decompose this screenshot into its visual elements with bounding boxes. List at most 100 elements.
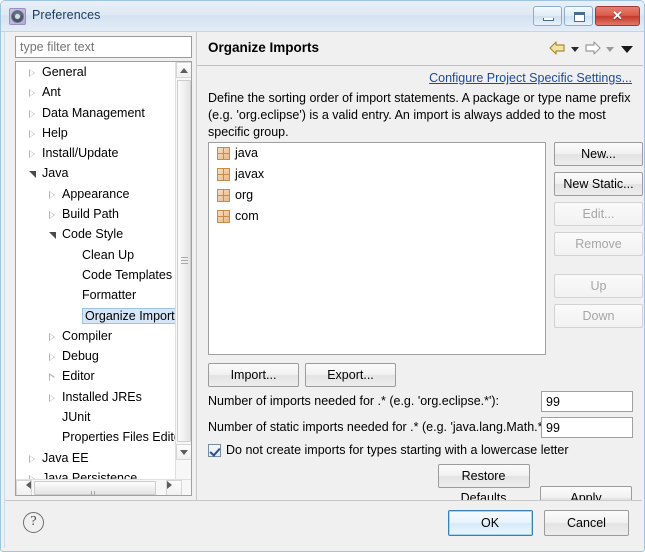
- button-spacer: [554, 256, 643, 274]
- new-button[interactable]: New...: [554, 142, 643, 166]
- configure-project-settings-link[interactable]: Configure Project Specific Settings...: [429, 71, 632, 85]
- sidebar-item-editor[interactable]: Editor: [16, 366, 176, 386]
- tree-item-label: Data Management: [42, 105, 145, 120]
- tree-collapsed-arrow-icon[interactable]: [49, 353, 55, 362]
- list-item-label: java: [235, 146, 258, 160]
- list-item[interactable]: com: [209, 206, 545, 227]
- package-icon: [217, 147, 230, 160]
- window-title: Preferences: [32, 8, 101, 22]
- tree-item-label: Java EE: [42, 450, 89, 465]
- help-icon[interactable]: ?: [23, 512, 44, 533]
- back-history-chevron-down-icon[interactable]: [571, 46, 579, 52]
- tree-collapsed-arrow-icon[interactable]: [29, 150, 35, 159]
- import-button[interactable]: Import...: [208, 363, 299, 387]
- vertical-scroll-thumb[interactable]: [177, 80, 191, 442]
- sidebar-item-junit[interactable]: JUnit: [16, 407, 176, 427]
- list-item[interactable]: javax: [209, 164, 545, 185]
- sidebar-item-general[interactable]: General: [16, 62, 176, 82]
- import-order-list[interactable]: java javax org com: [208, 142, 546, 355]
- ok-button[interactable]: OK: [447, 510, 533, 536]
- sidebar-item-clean-up[interactable]: Clean Up: [16, 245, 176, 265]
- sidebar-item-code-style[interactable]: Code Style: [16, 224, 176, 244]
- sidebar-item-installed-jres[interactable]: Installed JREs: [16, 387, 176, 407]
- export-button[interactable]: Export...: [305, 363, 396, 387]
- tree-horizontal-scrollbar[interactable]: [16, 479, 191, 495]
- sidebar-item-compiler[interactable]: Compiler: [16, 326, 176, 346]
- preferences-gear-icon: [9, 8, 26, 25]
- tree-collapsed-arrow-icon[interactable]: [49, 211, 55, 220]
- sidebar-item-formatter[interactable]: Formatter: [16, 285, 176, 305]
- tree-collapsed-arrow-icon[interactable]: [49, 332, 55, 342]
- dialog-footer: ? OK Cancel: [5, 500, 642, 548]
- tree-item-label: Install/Update: [42, 146, 119, 161]
- tree-item-label: Ant: [42, 85, 61, 100]
- tree-item-label: JUnit: [62, 410, 91, 425]
- tree-item-label: Organize Import: [82, 307, 176, 324]
- scroll-down-button[interactable]: [176, 444, 191, 460]
- lowercase-checkbox-row[interactable]: Do not create imports for types starting…: [208, 443, 569, 457]
- sidebar-item-install-update[interactable]: Install/Update: [16, 143, 176, 163]
- list-item[interactable]: org: [209, 185, 545, 206]
- sidebar-item-data-management[interactable]: Data Management: [16, 103, 176, 123]
- list-item-label: org: [235, 188, 254, 202]
- remove-button: Remove: [554, 232, 643, 256]
- forward-arrow-icon[interactable]: [583, 40, 602, 56]
- sidebar-item-code-templates[interactable]: Code Templates: [16, 265, 176, 285]
- scroll-left-button[interactable]: [16, 480, 32, 495]
- sidebar-item-organize-import[interactable]: Organize Import: [16, 306, 176, 326]
- sidebar-item-help[interactable]: Help: [16, 123, 176, 143]
- edit-button: Edit...: [554, 202, 643, 226]
- scroll-up-button[interactable]: [176, 62, 191, 78]
- list-action-buttons: New... New Static... Edit... Remove Up Down: [554, 142, 643, 328]
- package-icon: [217, 168, 230, 181]
- down-button: Down: [554, 304, 643, 328]
- tree-collapsed-arrow-icon[interactable]: [29, 89, 35, 98]
- close-button[interactable]: ✕: [595, 6, 640, 26]
- tree-collapsed-arrow-icon[interactable]: [29, 129, 35, 139]
- tree-collapsed-arrow-icon[interactable]: [29, 109, 35, 119]
- tree-item-label: Appearance: [62, 186, 130, 201]
- list-item[interactable]: java: [209, 143, 545, 164]
- static-imports-needed-input[interactable]: [541, 417, 633, 438]
- sidebar-item-debug[interactable]: Debug: [16, 346, 176, 366]
- tree-collapsed-arrow-icon[interactable]: [29, 69, 35, 78]
- tree-expanded-arrow-icon[interactable]: [49, 232, 58, 240]
- sidebar-item-ant[interactable]: Ant: [16, 82, 176, 102]
- back-arrow-icon[interactable]: [548, 40, 567, 56]
- sidebar-item-properties-files-editc[interactable]: Properties Files Editc: [16, 427, 176, 447]
- sidebar-item-java[interactable]: Java: [16, 163, 176, 183]
- sidebar-item-build-path[interactable]: Build Path: [16, 204, 176, 224]
- lowercase-checkbox[interactable]: [208, 443, 221, 457]
- forward-history-chevron-down-icon[interactable]: [606, 46, 614, 52]
- panel-header: Organize Imports: [197, 32, 643, 66]
- restore-defaults-button[interactable]: Restore Defaults: [437, 464, 530, 505]
- tree-item-label: Debug: [62, 349, 99, 364]
- imports-needed-input[interactable]: [541, 391, 633, 412]
- tree-collapsed-arrow-icon[interactable]: [49, 393, 55, 403]
- tree-collapsed-arrow-icon[interactable]: [49, 190, 55, 200]
- scroll-right-button[interactable]: [166, 480, 182, 495]
- tree-expanded-arrow-icon[interactable]: [29, 171, 38, 179]
- tree-collapsed-arrow-icon[interactable]: [49, 373, 55, 382]
- sidebar-item-appearance[interactable]: Appearance: [16, 184, 176, 204]
- preferences-tree[interactable]: General Ant Data Management Help Install/Upd…: [15, 61, 192, 496]
- maximize-button[interactable]: [564, 6, 593, 26]
- sidebar-item-java-ee[interactable]: Java EE: [16, 448, 176, 468]
- new-static-button[interactable]: New Static...: [554, 172, 643, 196]
- package-icon: [217, 189, 230, 202]
- search-input[interactable]: [15, 36, 192, 58]
- tree-item-label: Formatter: [82, 288, 137, 303]
- view-menu-chevron-down-icon[interactable]: [621, 45, 633, 53]
- tree-item-label: Installed JREs: [62, 389, 142, 404]
- tree-collapsed-arrow-icon[interactable]: [29, 454, 35, 464]
- navigation-toolbar: [548, 40, 633, 56]
- tree-vertical-scrollbar[interactable]: [175, 62, 191, 480]
- import-export-buttons: Import... Export...: [208, 363, 402, 387]
- cancel-button[interactable]: Cancel: [544, 510, 629, 536]
- panel-description: Define the sorting order of import state…: [208, 91, 631, 139]
- title-bar: Preferences ✕: [1, 1, 644, 32]
- minimize-button[interactable]: [533, 6, 562, 26]
- tree-item-label: Properties Files Editc: [62, 430, 176, 445]
- tree-item-label: Java: [42, 166, 69, 181]
- horizontal-scroll-thumb[interactable]: [34, 481, 156, 495]
